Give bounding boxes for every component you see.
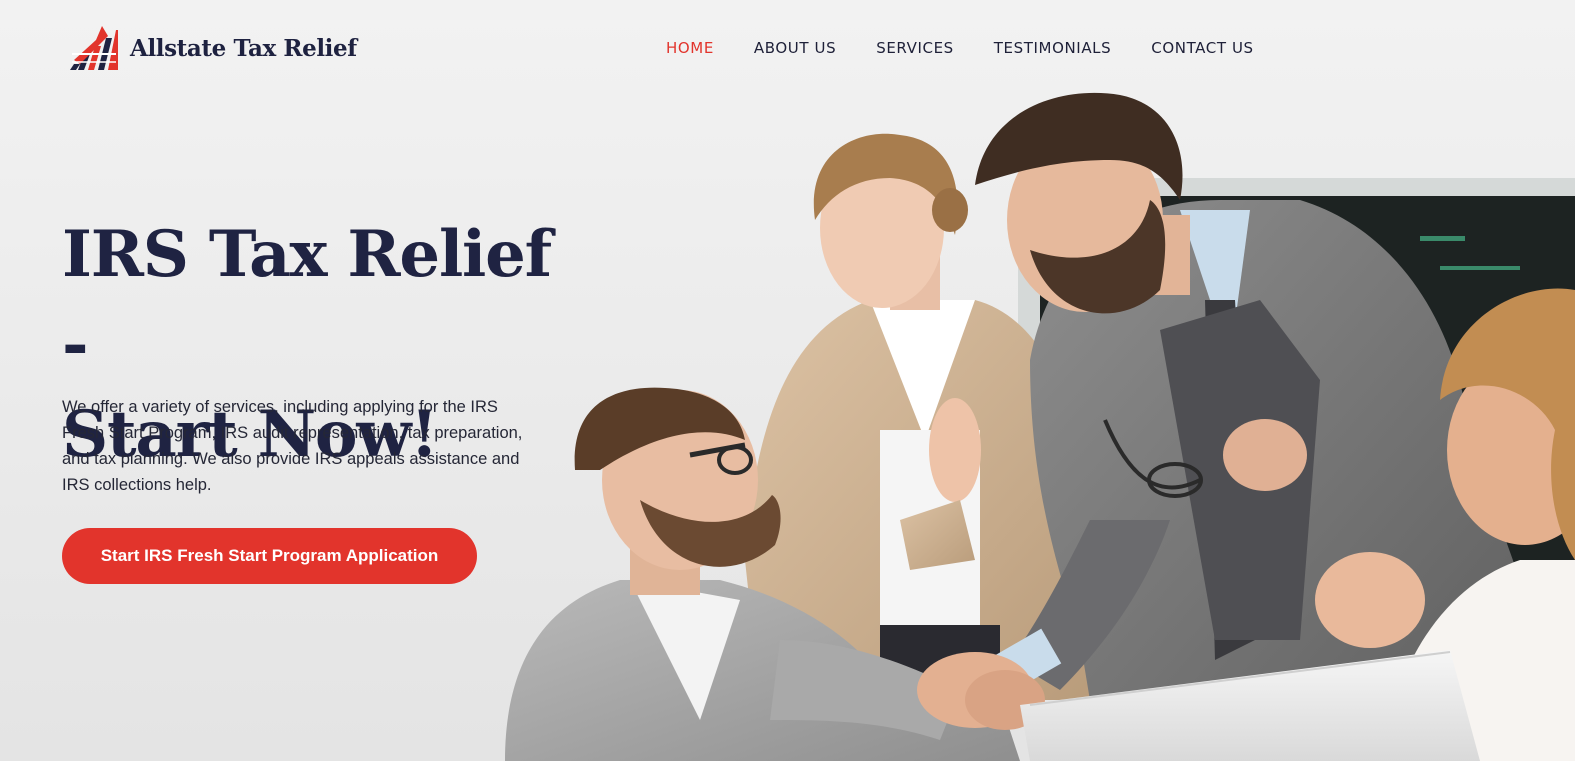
start-application-button[interactable]: Start IRS Fresh Start Program Applicatio… [62,528,477,584]
main-nav: HOME ABOUT US SERVICES TESTIMONIALS CONT… [666,38,1254,57]
hero-section: Allstate Tax Relief HOME ABOUT US SERVIC… [0,0,1575,761]
hero-title-line-1: IRS Tax Relief - [62,217,552,382]
nav-item-services[interactable]: SERVICES [876,39,954,57]
brand-name: Allstate Tax Relief [130,34,357,62]
nav-item-about-us[interactable]: ABOUT US [754,39,836,57]
nav-item-testimonials[interactable]: TESTIMONIALS [994,39,1111,57]
brand-logo[interactable]: Allstate Tax Relief [68,22,357,74]
rising-bars-logo-icon [70,26,118,70]
nav-item-home[interactable]: HOME [666,39,714,57]
nav-item-contact-us[interactable]: CONTACT US [1151,39,1253,57]
hero-description: We offer a variety of services, includin… [62,398,523,494]
